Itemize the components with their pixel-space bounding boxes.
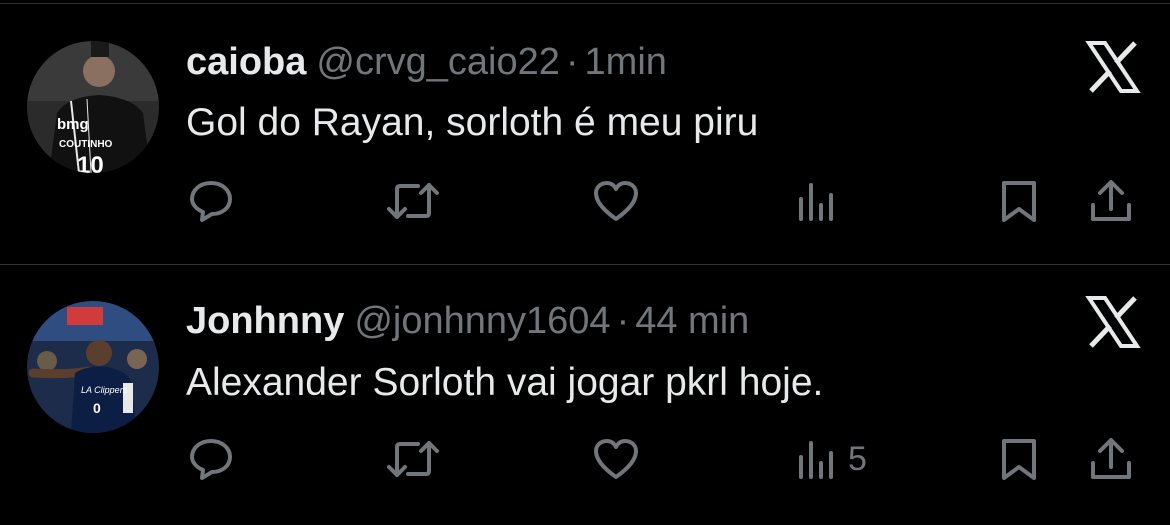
- avatar-sponsor-text: bmg: [57, 116, 89, 133]
- reply-icon: [190, 181, 232, 222]
- avatar[interactable]: LA Clippers 0: [27, 301, 159, 433]
- x-logo-icon: [1085, 41, 1141, 93]
- heart-icon: [594, 439, 638, 479]
- retweet-button[interactable]: [386, 437, 440, 481]
- avatar-player-text: COUTINHO: [59, 139, 113, 150]
- retweet-icon: [387, 441, 439, 477]
- tweet-header: caioba @crvg_caio22 · 1min: [186, 40, 667, 84]
- separator-dot: ·: [616, 300, 630, 342]
- share-icon: [1091, 180, 1131, 221]
- avatar-number-text: 0: [93, 400, 101, 416]
- views-icon: [799, 441, 833, 479]
- bookmark-button[interactable]: [998, 179, 1040, 223]
- views-button[interactable]: 5: [796, 437, 867, 481]
- retweet-icon: [387, 183, 439, 219]
- separator-dot: ·: [565, 41, 579, 83]
- avatar-image: bmg COUTINHO 10: [27, 41, 159, 173]
- tweet-text: Alexander Sorloth vai jogar pkrl hoje.: [186, 361, 824, 404]
- like-button[interactable]: [592, 437, 640, 481]
- like-button[interactable]: [592, 179, 640, 223]
- reply-button[interactable]: [188, 179, 234, 223]
- tweet[interactable]: bmg COUTINHO 10 caioba @crvg_caio22 · 1min …: [0, 4, 1170, 264]
- views-count: 5: [848, 440, 867, 478]
- bookmark-icon: [1002, 181, 1036, 222]
- x-logo-icon: [1085, 296, 1141, 348]
- views-button[interactable]: [796, 179, 848, 223]
- display-name[interactable]: caioba: [186, 41, 306, 83]
- avatar-jersey-text: LA Clippers: [81, 385, 128, 395]
- share-button[interactable]: [1088, 179, 1134, 223]
- display-name[interactable]: Jonhnny: [186, 300, 344, 342]
- bookmark-icon: [1002, 439, 1036, 480]
- tweet[interactable]: LA Clippers 0 Jonhnny @jonhnny1604 · 44 min…: [0, 265, 1170, 525]
- avatar[interactable]: bmg COUTINHO 10: [27, 41, 159, 173]
- bookmark-button[interactable]: [998, 437, 1040, 481]
- timeline: bmg COUTINHO 10 caioba @crvg_caio22 · 1min …: [0, 0, 1170, 507]
- reply-button[interactable]: [188, 437, 234, 481]
- retweet-button[interactable]: [386, 179, 440, 223]
- timestamp[interactable]: 44 min: [635, 300, 749, 342]
- avatar-number-text: 10: [77, 152, 104, 173]
- user-handle[interactable]: @crvg_caio22: [316, 41, 559, 83]
- avatar-image: LA Clippers 0: [27, 301, 159, 433]
- tweet-text: Gol do Rayan, sorloth é meu piru: [186, 101, 759, 144]
- heart-icon: [594, 181, 638, 221]
- tweet-header: Jonhnny @jonhnny1604 · 44 min: [186, 299, 749, 343]
- share-button[interactable]: [1088, 437, 1134, 481]
- user-handle[interactable]: @jonhnny1604: [354, 300, 610, 342]
- reply-icon: [190, 439, 232, 480]
- views-icon: [799, 183, 833, 221]
- timestamp[interactable]: 1min: [585, 41, 667, 83]
- share-icon: [1091, 438, 1131, 479]
